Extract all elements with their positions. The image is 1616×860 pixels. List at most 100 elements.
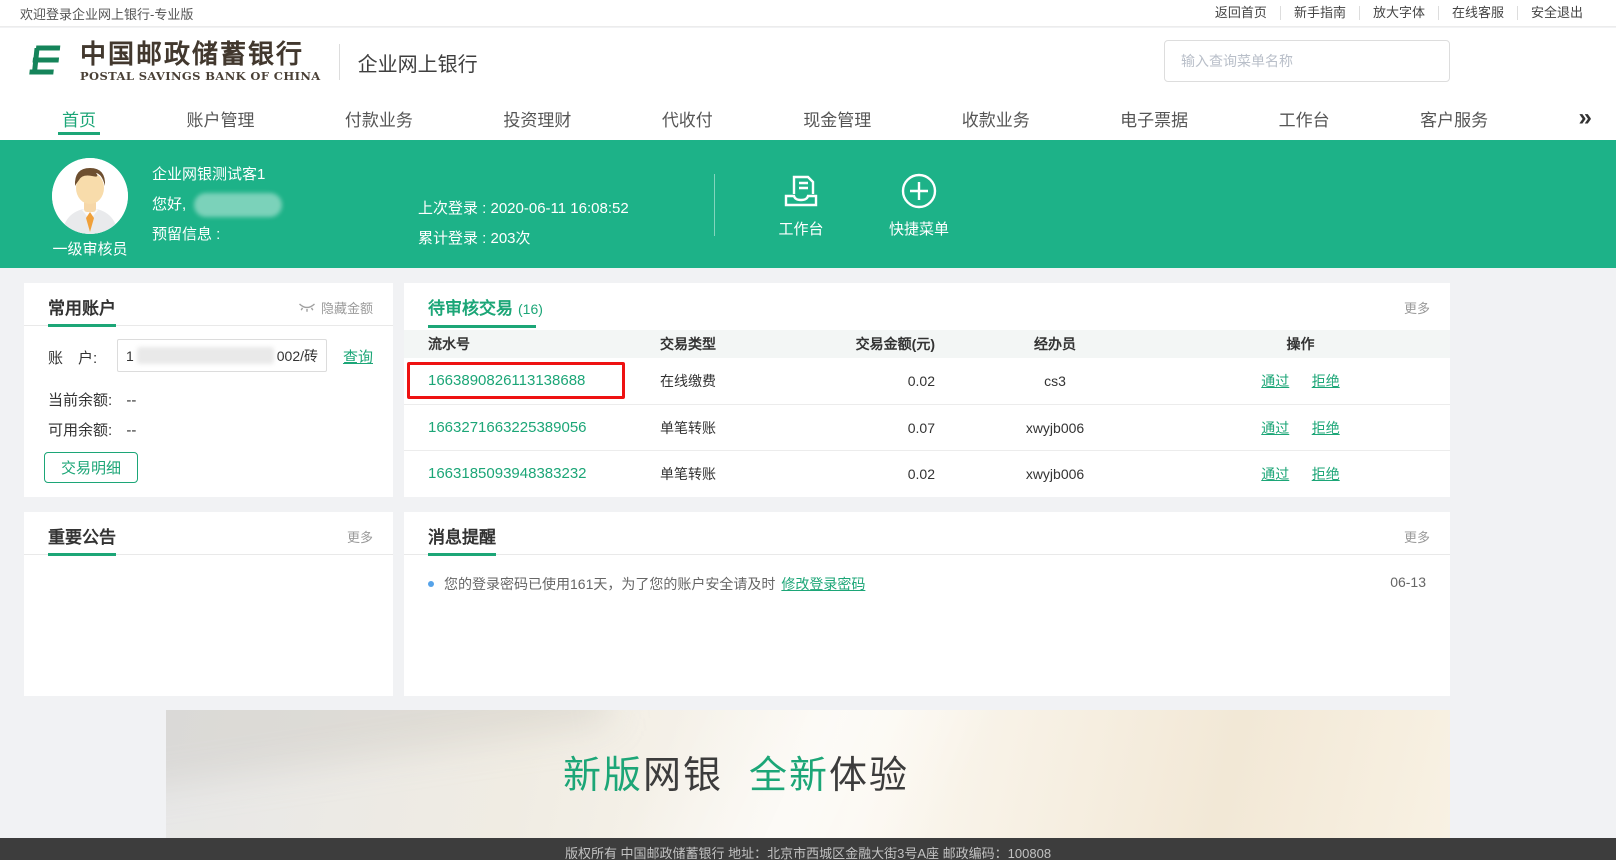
transaction-amount: 0.02: [840, 373, 935, 389]
product-name: 企业网上银行: [358, 48, 478, 77]
pending-more-link[interactable]: 更多: [1404, 298, 1430, 317]
nav-more-icon[interactable]: »: [1579, 96, 1592, 140]
col-action: 操作: [1175, 334, 1426, 354]
pending-transactions-panel: 待审核交易(16) 更多 流水号 交易类型 交易金额(元) 经办员 操作 166…: [404, 283, 1450, 497]
workbench-label: 工作台: [762, 218, 840, 239]
workbench-icon: [762, 170, 840, 212]
notice-more-link[interactable]: 更多: [347, 527, 373, 546]
login-info: 上次登录 : 2020-06-11 16:08:52 累计登录 : 203次: [418, 194, 629, 254]
pending-count: (16): [518, 301, 543, 317]
welcome-text: 欢迎登录企业网上银行-专业版: [20, 4, 193, 23]
bank-name-cn: 中国邮政储蓄银行: [80, 41, 321, 69]
footer: 版权所有 中国邮政储蓄银行 地址：北京市西城区金融大街3号A座 邮政编码：100…: [0, 838, 1616, 860]
nav-item-cash-mgmt[interactable]: 现金管理: [803, 96, 871, 140]
transaction-type: 单笔转账: [660, 418, 840, 438]
nav-item-receivables[interactable]: 收款业务: [962, 96, 1030, 140]
link-beginner-guide[interactable]: 新手指南: [1280, 6, 1359, 20]
serial-link[interactable]: 1663890826113138688: [428, 372, 585, 389]
promo-banner: 新版网银全新体验: [166, 710, 1450, 838]
message-date: 06-13: [1390, 574, 1426, 590]
approve-link[interactable]: 通过: [1261, 420, 1289, 436]
current-balance-label: 当前余额:: [48, 392, 112, 409]
quick-menu-shortcut[interactable]: 快捷菜单: [880, 170, 958, 239]
bank-name-en: POSTAL SAVINGS BANK OF CHINA: [80, 69, 321, 83]
reject-link[interactable]: 拒绝: [1312, 420, 1340, 436]
link-enlarge-font[interactable]: 放大字体: [1359, 6, 1438, 20]
transaction-type: 单笔转账: [660, 464, 840, 484]
bullet-icon: [428, 581, 434, 587]
operator-name: xwyjb006: [935, 466, 1175, 482]
account-select[interactable]: 1 002/砖: [117, 339, 327, 372]
avatar: [52, 158, 128, 234]
col-operator: 经办员: [935, 334, 1175, 354]
banner-divider: [714, 174, 715, 236]
nav-item-workbench[interactable]: 工作台: [1279, 96, 1330, 140]
pending-title-underline: [428, 325, 536, 328]
col-serial: 流水号: [428, 334, 660, 354]
table-row: 1663271663225389056 单笔转账 0.07 xwyjb006 通…: [404, 404, 1450, 450]
quick-menu-label: 快捷菜单: [880, 218, 958, 239]
nav-item-investment[interactable]: 投资理财: [503, 96, 571, 140]
accounts-panel-title: 常用账户: [48, 294, 116, 319]
menu-search-input[interactable]: [1164, 40, 1450, 82]
reject-link[interactable]: 拒绝: [1312, 466, 1340, 482]
approve-link[interactable]: 通过: [1261, 373, 1289, 389]
company-name: 企业网银测试客1: [152, 160, 282, 190]
query-link[interactable]: 查询: [343, 346, 373, 367]
bank-logo: 中国邮政储蓄银行 POSTAL SAVINGS BANK OF CHINA 企业…: [24, 39, 478, 85]
nav-item-e-bill[interactable]: 电子票据: [1120, 96, 1188, 140]
important-notice-panel: 重要公告 更多: [24, 512, 393, 696]
masked-account-number: [137, 347, 274, 364]
plus-circle-icon: [880, 170, 958, 212]
link-return-home[interactable]: 返回首页: [1202, 6, 1280, 20]
reserved-info-label: 预留信息 :: [152, 220, 282, 250]
notice-title-underline: [48, 553, 116, 556]
workbench-shortcut[interactable]: 工作台: [762, 170, 840, 239]
serial-link[interactable]: 1663185093948383232: [428, 465, 587, 482]
top-utility-bar: 欢迎登录企业网上银行-专业版 返回首页 新手指南 放大字体 在线客服 安全退出: [0, 0, 1616, 27]
reject-link[interactable]: 拒绝: [1312, 373, 1340, 389]
transaction-amount: 0.07: [840, 420, 935, 436]
user-banner: 一级审核员 企业网银测试客1 您好, 预留信息 : 上次登录 : 2020-06…: [0, 140, 1616, 268]
nav-item-payment[interactable]: 付款业务: [345, 96, 413, 140]
greeting-text: 您好,: [152, 190, 186, 220]
transaction-amount: 0.02: [840, 466, 935, 482]
link-safe-logout[interactable]: 安全退出: [1517, 6, 1596, 20]
col-amount: 交易金额(元): [840, 334, 935, 354]
hide-amount-label: 隐藏金额: [321, 298, 373, 317]
nav-item-home[interactable]: 首页: [62, 96, 96, 140]
common-accounts-panel: 常用账户 隐藏金额 账 户: 1 002/砖 查询 当前余额: -- 可用余额:…: [24, 283, 393, 497]
available-balance-value: --: [126, 422, 136, 439]
message-panel-title: 消息提醒: [428, 523, 496, 548]
hide-amount-toggle[interactable]: 隐藏金额: [298, 298, 373, 317]
approve-link[interactable]: 通过: [1261, 466, 1289, 482]
avatar-illustration: [52, 158, 128, 234]
message-item: 您的登录密码已使用161天，为了您的账户安全请及时 修改登录密码: [428, 574, 1340, 594]
message-title-underline: [428, 553, 496, 556]
link-online-service[interactable]: 在线客服: [1438, 6, 1517, 20]
account-number-prefix: 1: [126, 348, 134, 364]
table-row: 1663185093948383232 单笔转账 0.02 xwyjb006 通…: [404, 450, 1450, 496]
top-links: 返回首页 新手指南 放大字体 在线客服 安全退出: [1202, 6, 1596, 20]
logo-divider: [339, 44, 340, 80]
change-password-link[interactable]: 修改登录密码: [781, 574, 865, 594]
copyright-text: 版权所有 中国邮政储蓄银行 地址：北京市西城区金融大街3号A座 邮政编码：100…: [565, 845, 1051, 860]
nav-item-account-mgmt[interactable]: 账户管理: [186, 96, 254, 140]
message-more-link[interactable]: 更多: [1404, 527, 1430, 546]
company-info: 企业网银测试客1 您好, 预留信息 :: [152, 160, 282, 250]
transaction-detail-button[interactable]: 交易明细: [44, 452, 138, 483]
nav-item-collection-payment[interactable]: 代收付: [662, 96, 713, 140]
promo-slogan: 新版网银全新体验: [166, 744, 1378, 799]
header: 中国邮政储蓄银行 POSTAL SAVINGS BANK OF CHINA 企业…: [0, 28, 1616, 96]
accounts-title-underline: [48, 324, 116, 327]
col-type: 交易类型: [660, 334, 840, 354]
table-row: 1663890826113138688 在线缴费 0.02 cs3 通过 拒绝: [404, 358, 1450, 404]
pending-panel-title: 待审核交易(16): [428, 294, 543, 319]
bank-logo-icon: [24, 39, 70, 85]
current-balance-value: --: [126, 392, 136, 409]
main-nav: 首页 账户管理 付款业务 投资理财 代收付 现金管理 收款业务 电子票据 工作台…: [0, 96, 1616, 140]
available-balance-label: 可用余额:: [48, 422, 112, 439]
serial-link[interactable]: 1663271663225389056: [428, 419, 587, 436]
nav-item-customer-service[interactable]: 客户服务: [1420, 96, 1488, 140]
last-login-text: 上次登录 : 2020-06-11 16:08:52: [418, 194, 629, 224]
